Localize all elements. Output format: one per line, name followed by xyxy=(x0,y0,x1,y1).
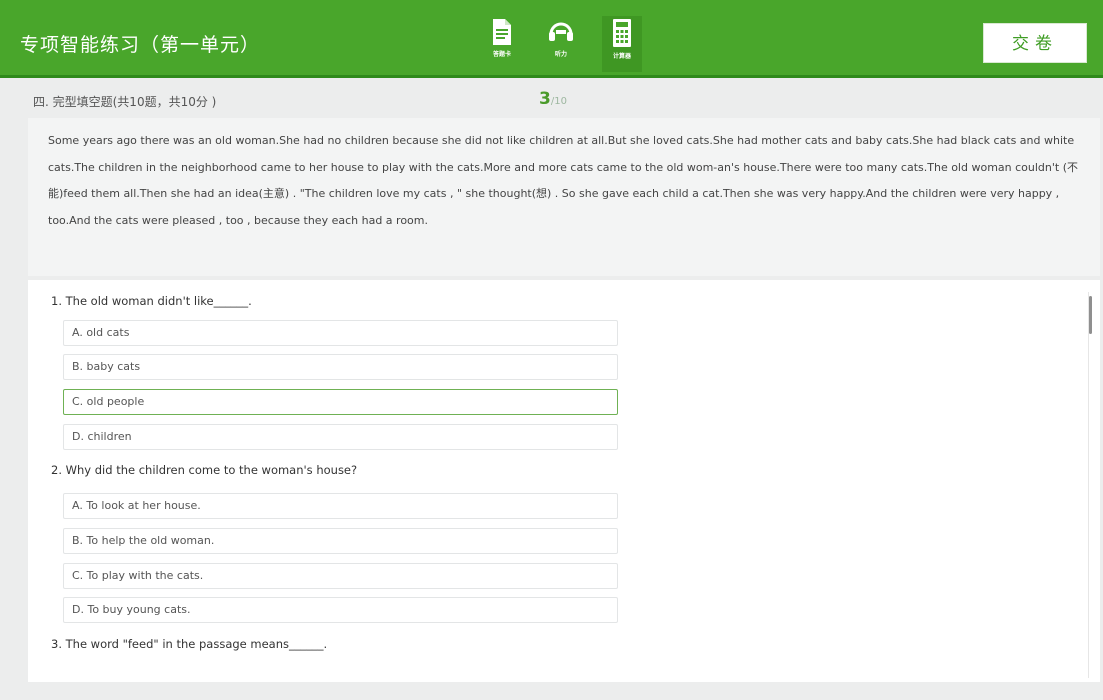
headset-icon xyxy=(549,22,573,41)
answer-sheet-label: 答题卡 xyxy=(492,51,511,58)
page-title: 专项智能练习（第一单元） xyxy=(20,34,261,56)
section-title: 四. 完型填空题(共10题，共10分 ) xyxy=(33,95,217,109)
current-question-number: 3 xyxy=(539,89,551,109)
answer-sheet-button[interactable]: 答题卡 xyxy=(482,18,522,70)
question-3: 3. The word "feed" in the passage means_… xyxy=(51,637,328,651)
calculator-icon xyxy=(613,19,631,47)
q1-option-a[interactable]: A. old cats xyxy=(63,320,618,346)
q1-option-d[interactable]: D. children xyxy=(63,424,618,450)
q2-option-c[interactable]: C. To play with the cats. xyxy=(63,563,618,589)
q2-option-a[interactable]: A. To look at her house. xyxy=(63,493,618,519)
section-header: 四. 完型填空题(共10题，共10分 ) 3/10 xyxy=(0,81,1103,117)
question-1: 1. The old woman didn't like______. xyxy=(51,294,252,308)
q1-option-c[interactable]: C. old people xyxy=(63,389,618,415)
top-bar: 专项智能练习（第一单元） 答题卡 听力 计算器 交卷 xyxy=(0,0,1103,78)
question-panel[interactable]: 1. The old woman didn't like______. A. o… xyxy=(28,280,1100,682)
question-progress: 3/10 xyxy=(539,89,567,109)
q1-option-b[interactable]: B. baby cats xyxy=(63,354,618,380)
total-questions: /10 xyxy=(550,96,567,107)
listening-label: 听力 xyxy=(554,51,567,58)
reading-passage: Some years ago there was an old woman.Sh… xyxy=(28,118,1100,276)
scrollbar-thumb[interactable] xyxy=(1089,296,1092,334)
calculator-label: 计算器 xyxy=(612,53,631,60)
document-icon xyxy=(493,19,511,45)
calculator-button[interactable]: 计算器 xyxy=(602,16,642,72)
q2-option-b[interactable]: B. To help the old woman. xyxy=(63,528,618,554)
submit-exam-button[interactable]: 交卷 xyxy=(983,23,1087,63)
question-2: 2. Why did the children come to the woma… xyxy=(51,463,358,477)
listening-button[interactable]: 听力 xyxy=(541,18,581,70)
scrollbar-track[interactable] xyxy=(1088,292,1093,678)
q2-option-d[interactable]: D. To buy young cats. xyxy=(63,597,618,623)
